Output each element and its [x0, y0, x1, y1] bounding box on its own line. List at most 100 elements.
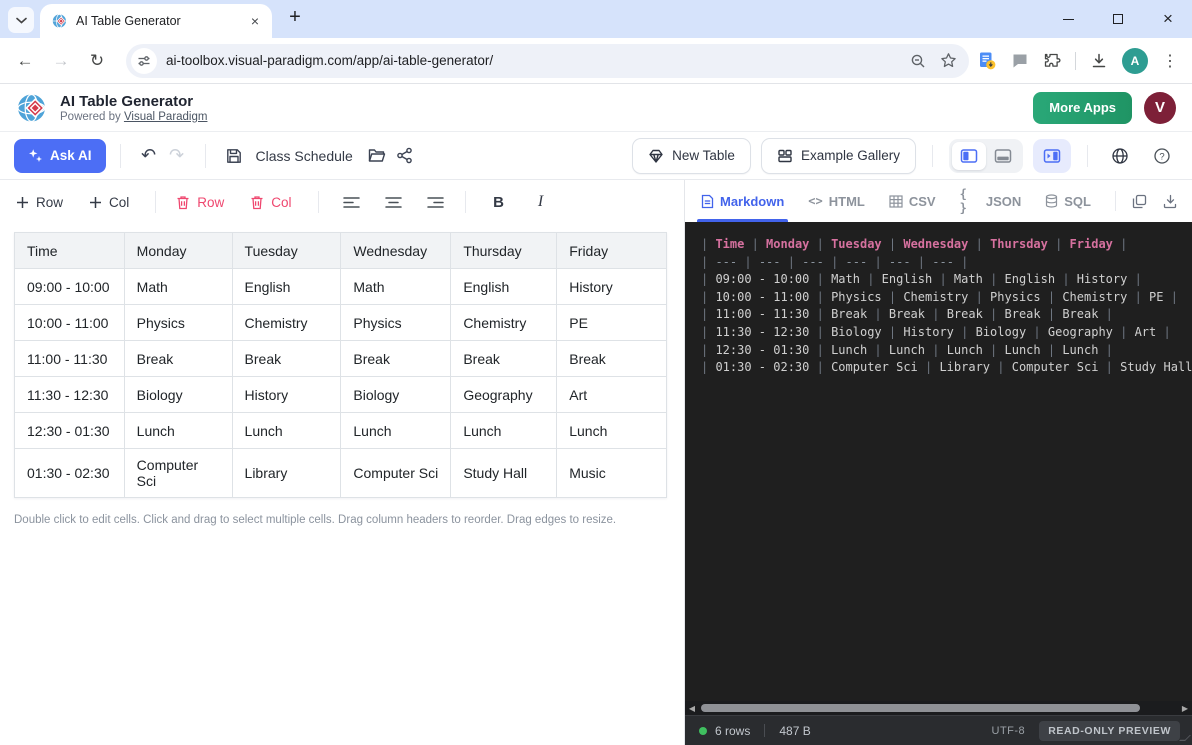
resize-grip[interactable]: [1179, 735, 1191, 741]
table-cell[interactable]: Break: [341, 341, 451, 377]
add-row-button[interactable]: Row: [16, 195, 63, 210]
bold-button[interactable]: B: [486, 189, 512, 215]
table-cell[interactable]: PE: [557, 305, 667, 341]
doc-offline-icon[interactable]: [977, 51, 997, 71]
more-apps-button[interactable]: More Apps: [1033, 92, 1132, 124]
table-cell[interactable]: Lunch: [124, 413, 232, 449]
tab-html[interactable]: <> HTML: [808, 180, 865, 222]
table-cell[interactable]: Biology: [341, 377, 451, 413]
browser-menu-icon[interactable]: ⋮: [1162, 51, 1178, 71]
table-cell[interactable]: 11:30 - 12:30: [15, 377, 125, 413]
schedule-table[interactable]: TimeMondayTuesdayWednesdayThursdayFriday…: [14, 232, 667, 498]
table-cell[interactable]: History: [557, 269, 667, 305]
table-cell[interactable]: Physics: [124, 305, 232, 341]
scroll-right-arrow[interactable]: ▶: [1178, 704, 1192, 713]
align-right-icon[interactable]: [423, 189, 449, 215]
horizontal-scrollbar[interactable]: ◀ ▶: [685, 701, 1192, 715]
table-cell[interactable]: Library: [232, 449, 341, 498]
table-cell[interactable]: Chemistry: [451, 305, 557, 341]
example-gallery-button[interactable]: Example Gallery: [761, 138, 916, 174]
table-cell[interactable]: English: [451, 269, 557, 305]
save-icon[interactable]: [220, 142, 248, 170]
table-cell[interactable]: Break: [124, 341, 232, 377]
undo-icon[interactable]: ↶: [135, 142, 163, 170]
delete-row-button[interactable]: Row: [176, 195, 224, 210]
table-cell[interactable]: Math: [124, 269, 232, 305]
table-cell[interactable]: Lunch: [451, 413, 557, 449]
column-header[interactable]: Time: [15, 233, 125, 269]
table-cell[interactable]: Computer Sci: [341, 449, 451, 498]
table-cell[interactable]: 09:00 - 10:00: [15, 269, 125, 305]
download-icon[interactable]: [1163, 194, 1178, 209]
redo-icon[interactable]: ↷: [163, 142, 191, 170]
share-icon[interactable]: [391, 142, 419, 170]
zoom-out-icon[interactable]: [910, 53, 926, 69]
reload-button[interactable]: ↻: [82, 46, 112, 76]
toggle-right-panel-button[interactable]: [1033, 139, 1071, 173]
browser-tab[interactable]: AI Table Generator ×: [40, 4, 272, 38]
align-left-icon[interactable]: [339, 189, 365, 215]
add-col-button[interactable]: Col: [89, 195, 129, 210]
column-header[interactable]: Thursday: [451, 233, 557, 269]
table-cell[interactable]: Computer Sci: [124, 449, 232, 498]
table-cell[interactable]: 12:30 - 01:30: [15, 413, 125, 449]
window-maximize-button[interactable]: [1108, 0, 1128, 38]
downloads-icon[interactable]: [1090, 52, 1108, 70]
copy-icon[interactable]: [1132, 194, 1147, 209]
user-avatar[interactable]: V: [1144, 92, 1176, 124]
column-header[interactable]: Monday: [124, 233, 232, 269]
document-name[interactable]: Class Schedule: [256, 148, 353, 164]
new-table-button[interactable]: New Table: [632, 138, 751, 174]
table-cell[interactable]: Chemistry: [232, 305, 341, 341]
table-cell[interactable]: Break: [557, 341, 667, 377]
new-tab-button[interactable]: +: [282, 4, 308, 30]
site-settings-icon[interactable]: [131, 48, 157, 74]
bookmark-star-icon[interactable]: [940, 52, 957, 69]
window-minimize-button[interactable]: [1058, 0, 1078, 38]
scrollbar-thumb[interactable]: [701, 704, 1140, 712]
ask-ai-button[interactable]: Ask AI: [14, 139, 106, 173]
extensions-puzzle-icon[interactable]: [1043, 52, 1061, 70]
tab-search-button[interactable]: [8, 7, 34, 33]
table-cell[interactable]: 01:30 - 02:30: [15, 449, 125, 498]
table-cell[interactable]: Study Hall: [451, 449, 557, 498]
table-cell[interactable]: Biology: [124, 377, 232, 413]
scroll-left-arrow[interactable]: ◀: [685, 704, 699, 713]
table-cell[interactable]: Math: [341, 269, 451, 305]
table-cell[interactable]: Break: [232, 341, 341, 377]
help-icon[interactable]: ?: [1146, 140, 1178, 172]
column-header[interactable]: Tuesday: [232, 233, 341, 269]
tab-close-icon[interactable]: ×: [246, 12, 264, 30]
tab-markdown[interactable]: Markdown: [701, 180, 784, 222]
table-cell[interactable]: 11:00 - 11:30: [15, 341, 125, 377]
forward-button[interactable]: →: [46, 46, 76, 76]
profile-avatar[interactable]: A: [1122, 48, 1148, 74]
split-horizontal-button[interactable]: [986, 142, 1020, 170]
table-cell[interactable]: Music: [557, 449, 667, 498]
markdown-code[interactable]: | Time | Monday | Tuesday | Wednesday | …: [685, 222, 1192, 701]
language-globe-icon[interactable]: [1104, 140, 1136, 172]
column-header[interactable]: Wednesday: [341, 233, 451, 269]
split-vertical-button[interactable]: [952, 142, 986, 170]
italic-button[interactable]: I: [528, 189, 554, 215]
tab-csv[interactable]: CSV: [889, 180, 936, 222]
table-cell[interactable]: English: [232, 269, 341, 305]
visual-paradigm-link[interactable]: Visual Paradigm: [124, 111, 208, 123]
tab-json[interactable]: { } JSON: [960, 180, 1022, 222]
align-center-icon[interactable]: [381, 189, 407, 215]
table-cell[interactable]: Lunch: [232, 413, 341, 449]
url-text[interactable]: ai-toolbox.visual-paradigm.com/app/ai-ta…: [166, 53, 910, 68]
table-cell[interactable]: Art: [557, 377, 667, 413]
table-cell[interactable]: Break: [451, 341, 557, 377]
tab-sql[interactable]: SQL: [1045, 180, 1091, 222]
comment-icon[interactable]: [1011, 52, 1029, 70]
table-cell[interactable]: Lunch: [341, 413, 451, 449]
window-close-button[interactable]: ×: [1158, 0, 1178, 38]
open-folder-icon[interactable]: [363, 142, 391, 170]
delete-col-button[interactable]: Col: [250, 195, 291, 210]
table-cell[interactable]: Lunch: [557, 413, 667, 449]
table-cell[interactable]: History: [232, 377, 341, 413]
url-bar[interactable]: ai-toolbox.visual-paradigm.com/app/ai-ta…: [126, 44, 969, 78]
table-cell[interactable]: Physics: [341, 305, 451, 341]
table-cell[interactable]: Geography: [451, 377, 557, 413]
